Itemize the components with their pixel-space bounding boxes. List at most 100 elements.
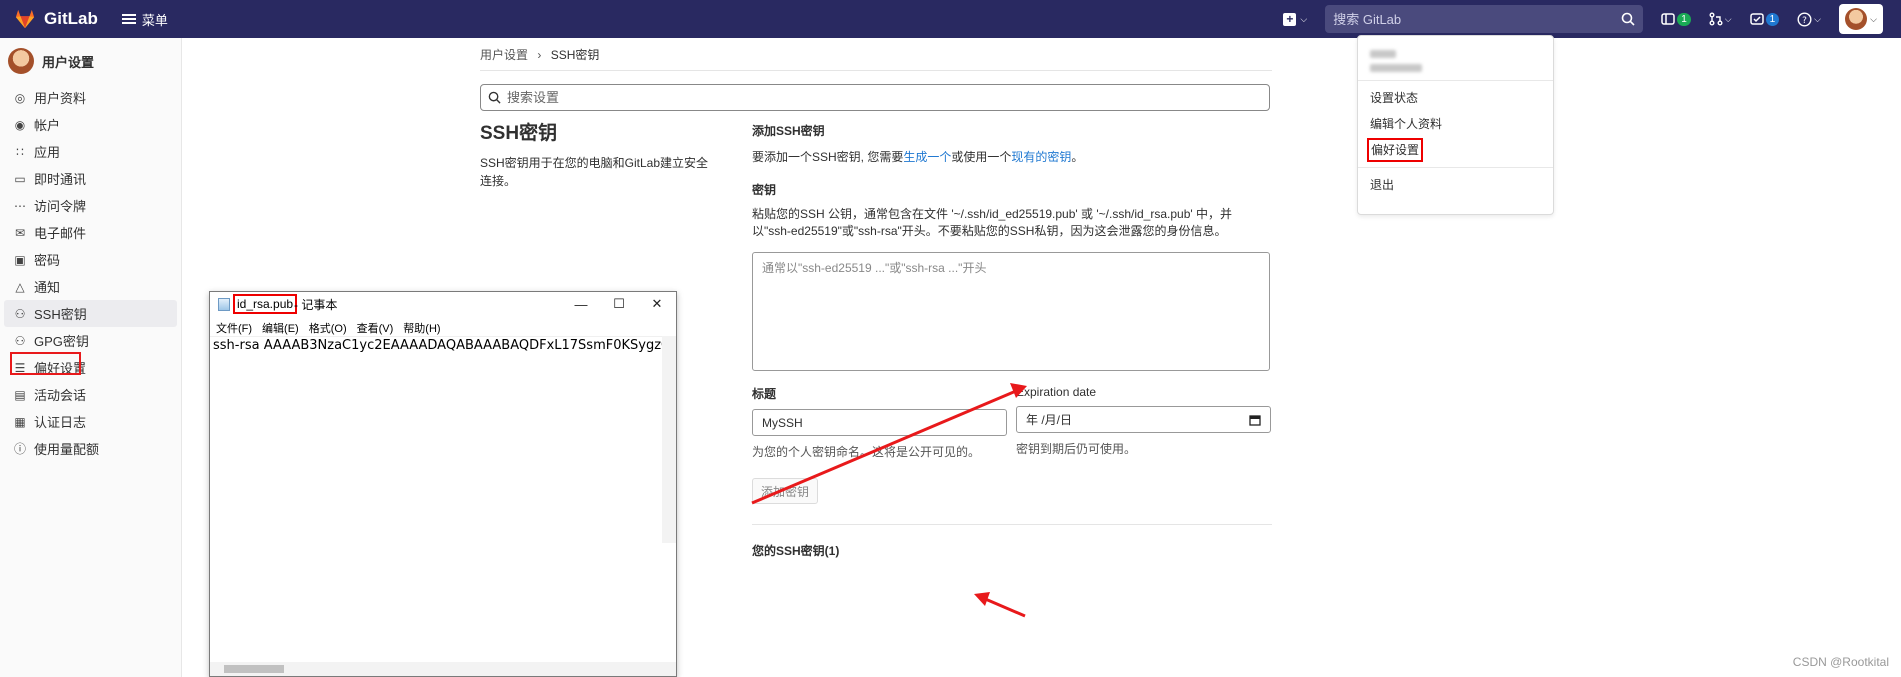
- new-dropdown-button[interactable]: + ⌵: [1283, 12, 1308, 26]
- existing-key-link[interactable]: 现有的密钥: [1011, 150, 1071, 164]
- close-icon[interactable]: ✕: [638, 292, 676, 316]
- user-menu-button[interactable]: ⌵: [1839, 4, 1883, 34]
- sign-out-item[interactable]: 退出: [1358, 172, 1553, 198]
- sidebar-item[interactable]: ◎ 用户资料: [0, 84, 181, 111]
- title-input[interactable]: MySSH: [752, 409, 1007, 436]
- tanuki-icon: [15, 9, 35, 29]
- sidebar-item-label: 使用量配额: [34, 442, 100, 457]
- top-navbar: GitLab 菜单 + ⌵ 1 ⌵ 1 ? ⌵: [0, 0, 1901, 38]
- add-key-intro: 要添加一个SSH密钥, 您需要生成一个或使用一个现有的密钥。: [752, 148, 1272, 165]
- expiration-help: 密钥到期后仍可使用。: [1016, 442, 1137, 456]
- sidebar-item-label: 用户资料: [34, 91, 87, 106]
- global-search[interactable]: [1325, 5, 1644, 33]
- main-content: 用户设置 › SSH密钥 SSH密钥 SSH密钥用于在您的电脑和GitLab建立…: [480, 38, 1272, 558]
- divider: [1358, 167, 1553, 168]
- settings-search[interactable]: [480, 84, 1270, 111]
- expiration-label: Expiration date: [1016, 385, 1097, 399]
- avatar: [1845, 8, 1868, 30]
- menu-label: 菜单: [141, 12, 168, 28]
- sidebar-item-label: 应用: [34, 145, 61, 160]
- minimize-icon[interactable]: —: [562, 292, 600, 316]
- arrow-to-add-button: [982, 596, 1026, 618]
- maximize-icon[interactable]: ☐: [600, 292, 638, 316]
- mail-icon: ✉: [14, 225, 26, 240]
- sidebar-item[interactable]: ▦ 认证日志: [0, 408, 181, 435]
- menu-button[interactable]: 菜单: [121, 10, 168, 29]
- notepad-menubar: 文件(F) 编辑(E) 格式(O) 查看(V) 帮助(H): [210, 319, 676, 337]
- blurred-user-info: [1370, 50, 1553, 72]
- sidebar-item[interactable]: ⚇ GPG密钥: [0, 327, 181, 354]
- notepad-filename: id_rsa.pub: [232, 294, 298, 314]
- todo-count-badge: 1: [1765, 12, 1780, 26]
- breadcrumb-parent-link[interactable]: 用户设置: [480, 48, 528, 62]
- add-key-button[interactable]: 添加密钥: [752, 478, 818, 504]
- sidebar-item-label: 活动会话: [34, 388, 87, 403]
- set-status-item[interactable]: 设置状态: [1358, 85, 1553, 111]
- generate-key-link[interactable]: 生成一个: [903, 150, 951, 164]
- account-icon: ◉: [14, 117, 26, 132]
- lock-icon: ▣: [14, 252, 26, 267]
- chevron-down-icon: ⌵: [1300, 13, 1308, 24]
- sidebar-item-label: 即时通讯: [34, 172, 87, 187]
- notepad-file-icon: [218, 297, 230, 311]
- expiration-date-input[interactable]: 年 /月/日: [1016, 406, 1271, 433]
- menu-view[interactable]: 查看(V): [357, 320, 394, 336]
- calendar-icon[interactable]: [1249, 414, 1261, 426]
- help-icon: ?: [1797, 11, 1812, 27]
- chevron-down-icon: ⌵: [1724, 13, 1732, 24]
- search-input[interactable]: [1333, 11, 1594, 27]
- edit-profile-item[interactable]: 编辑个人资料: [1358, 111, 1553, 137]
- sidebar-item[interactable]: △ 通知: [0, 273, 181, 300]
- sidebar-item-label: 通知: [34, 280, 61, 295]
- sidebar-item-label: 认证日志: [34, 415, 87, 430]
- divider: [1358, 80, 1553, 81]
- sidebar-header[interactable]: 用户设置: [0, 38, 181, 84]
- sidebar-item[interactable]: ▣ 密码: [0, 246, 181, 273]
- preferences-item[interactable]: 偏好设置: [1358, 137, 1553, 163]
- avatar: [8, 48, 34, 74]
- token-icon: ⋯: [14, 198, 26, 213]
- breadcrumb-separator: ›: [537, 48, 542, 62]
- profile-icon: ◎: [14, 90, 26, 105]
- sidebar-item-label: GPG密钥: [34, 334, 89, 349]
- brand-name: GitLab: [44, 9, 98, 28]
- menu-format[interactable]: 格式(O): [309, 320, 347, 336]
- sidebar-item[interactable]: ▤ 活动会话: [0, 381, 181, 408]
- settings-sidebar: 用户设置 ◎ 用户资料 ◉ 帐户 ∷ 应用 ▭ 即时通讯 ⋯ 访问令牌 ✉ 电子邮件 ▣ 密码 △ 通知 ⚇ SS…: [0, 38, 182, 677]
- menu-edit[interactable]: 编辑(E): [262, 320, 299, 336]
- section-intro: SSH密钥 SSH密钥用于在您的电脑和GitLab建立安全连接。: [480, 118, 720, 190]
- svg-text:?: ?: [1802, 16, 1807, 26]
- sidebar-item[interactable]: ✉ 电子邮件: [0, 219, 181, 246]
- vertical-scrollbar[interactable]: [662, 336, 676, 543]
- help-button[interactable]: ? ⌵: [1797, 11, 1821, 27]
- issues-button[interactable]: 1: [1661, 12, 1691, 26]
- sidebar-item[interactable]: ☰ 偏好设置: [0, 354, 181, 381]
- sidebar-item[interactable]: ◉ 帐户: [0, 111, 181, 138]
- chat-icon: ▭: [14, 171, 26, 186]
- notepad-titlebar[interactable]: id_rsa.pub - 记事本 — ☐ ✕: [210, 292, 676, 316]
- menu-help[interactable]: 帮助(H): [403, 320, 440, 336]
- notepad-text-area[interactable]: ssh-rsa AAAAB3NzaC1yc2EAAAADAQABAAABAQDF…: [210, 336, 662, 543]
- merge-requests-button[interactable]: ⌵: [1709, 12, 1732, 26]
- sidebar-item[interactable]: ∷ 应用: [0, 138, 181, 165]
- arrowhead-add-button: [974, 592, 990, 606]
- chevron-down-icon: ⌵: [1814, 13, 1821, 24]
- sidebar-item[interactable]: ⋯ 访问令牌: [0, 192, 181, 219]
- menu-file[interactable]: 文件(F): [216, 320, 252, 336]
- sidebar-item[interactable]: ▭ 即时通讯: [0, 165, 181, 192]
- gitlab-logo[interactable]: GitLab: [14, 9, 98, 29]
- sidebar-item[interactable]: ⓘ 使用量配额: [0, 435, 181, 462]
- divider: [480, 70, 1272, 71]
- todos-button[interactable]: 1: [1749, 12, 1780, 26]
- scroll-thumb[interactable]: [224, 665, 284, 673]
- divider: [752, 524, 1272, 525]
- sidebar-item[interactable]: ⚇ SSH密钥: [4, 300, 177, 327]
- key-textarea[interactable]: [752, 252, 1270, 371]
- horizontal-scrollbar[interactable]: [210, 662, 676, 676]
- settings-search-input[interactable]: [507, 90, 1207, 105]
- sidebar-item-label: 电子邮件: [34, 226, 87, 241]
- chevron-down-icon: ⌵: [1870, 13, 1877, 24]
- intro-text: 要添加一个SSH密钥, 您需要: [752, 150, 904, 164]
- key-icon: ⚇: [14, 333, 26, 348]
- breadcrumb-current: SSH密钥: [550, 48, 600, 62]
